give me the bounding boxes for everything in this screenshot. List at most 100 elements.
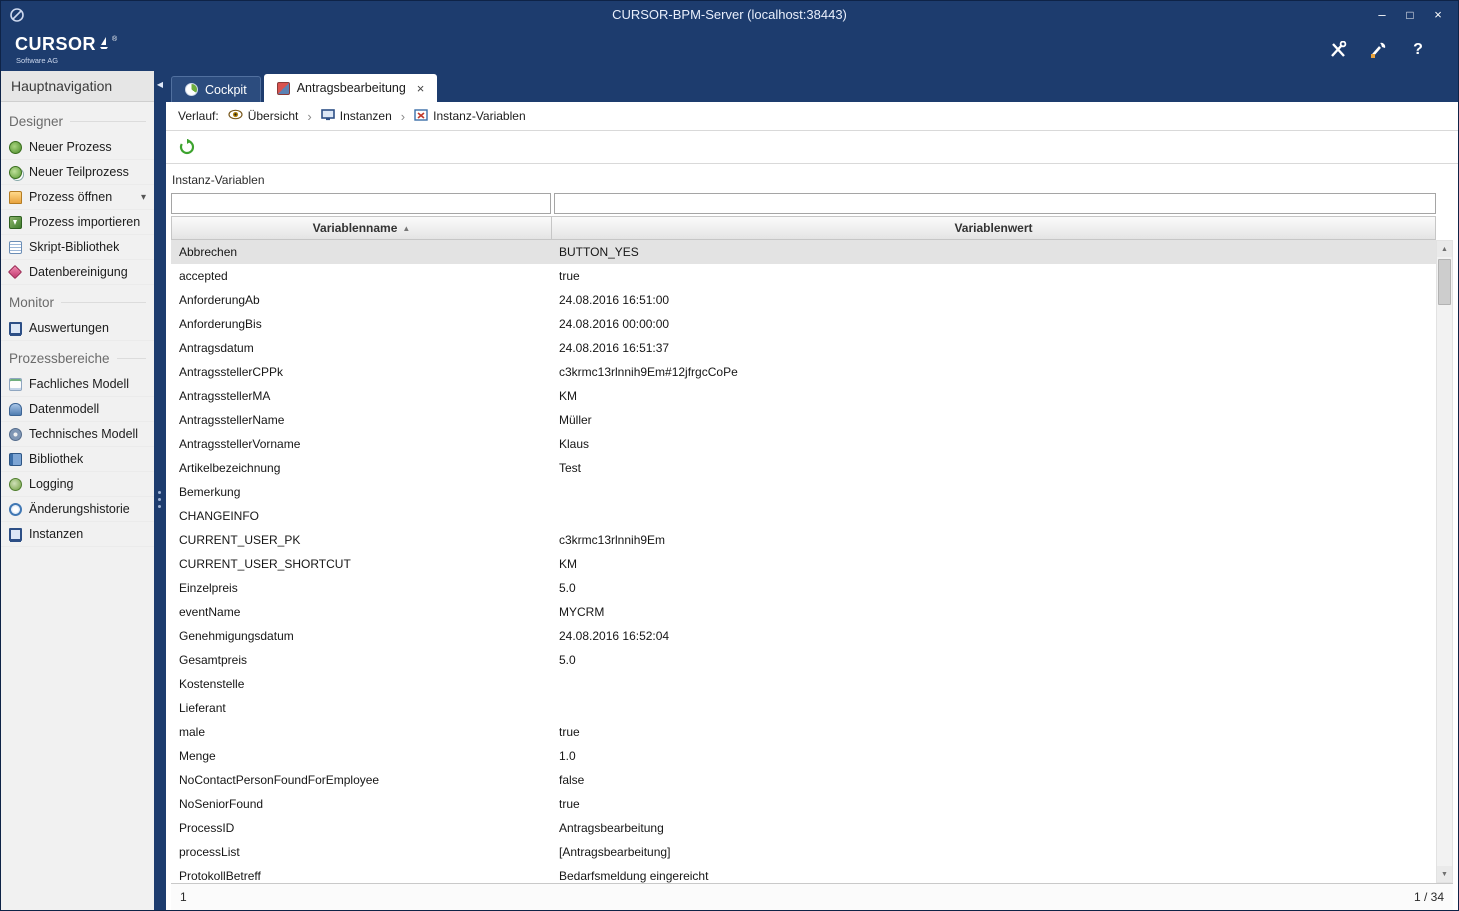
table-row[interactable]: Artikelbezeichnung Test [171, 456, 1436, 480]
logo-subtitle: Software AG [16, 56, 117, 65]
variable-name-cell: Bemerkung [171, 485, 551, 499]
cursor-logo: CURSOR ® Software AG [15, 35, 117, 65]
change-history-icon [9, 503, 22, 516]
filter-row [171, 193, 1436, 214]
table-row[interactable]: NoContactPersonFoundForEmployee false [171, 768, 1436, 792]
table-row[interactable]: AntragsstellerCPPk c3krmc13rlnnih9Em#12j… [171, 360, 1436, 384]
status-bar: 1 1 / 34 [171, 883, 1453, 910]
refresh-icon[interactable] [177, 137, 197, 157]
sidebar-item-instanzen[interactable]: Instanzen [1, 522, 154, 547]
splitter-grip-icon [158, 491, 161, 508]
filter-variablenwert-input[interactable] [554, 193, 1436, 214]
scroll-down-icon[interactable]: ▼ [1437, 866, 1452, 882]
variable-name-cell: ProtokollBetreff [171, 869, 551, 883]
minimize-button[interactable]: – [1370, 6, 1394, 24]
app-window: CURSOR-BPM-Server (localhost:38443) – □ … [0, 0, 1459, 911]
table-row[interactable]: eventName MYCRM [171, 600, 1436, 624]
content-area: Cockpit Antragsbearbeitung × Verlauf: Üb… [166, 71, 1458, 910]
tab-close-icon[interactable]: × [417, 82, 425, 95]
sidebar-item-skript-bibliothek[interactable]: Skript-Bibliothek [1, 235, 154, 260]
instances-monitor-icon [321, 109, 335, 124]
table-row[interactable]: AntragsstellerVorname Klaus [171, 432, 1436, 456]
breadcrumb-instanzen[interactable]: Instanzen [321, 109, 392, 124]
sidebar-section-designer: Designer [1, 108, 154, 135]
grid-area: Instanz-Variablen Variablenname ▲ [166, 164, 1458, 910]
vertical-scrollbar[interactable]: ▲ ▼ [1436, 240, 1453, 883]
variable-name-cell: processList [171, 845, 551, 859]
sidebar-item-datenmodell[interactable]: Datenmodell [1, 397, 154, 422]
variable-value-cell: BUTTON_YES [551, 245, 1436, 259]
table-row[interactable]: AnforderungBis 24.08.2016 00:00:00 [171, 312, 1436, 336]
table-row[interactable]: Bemerkung [171, 480, 1436, 504]
variable-name-cell: Lieferant [171, 701, 551, 715]
variable-name-cell: CURRENT_USER_PK [171, 533, 551, 547]
table-row[interactable]: Gesamtpreis 5.0 [171, 648, 1436, 672]
sidebar-item-bibliothek[interactable]: Bibliothek [1, 447, 154, 472]
sidebar-item-neuer-prozess[interactable]: Neuer Prozess [1, 135, 154, 160]
titlebar[interactable]: CURSOR-BPM-Server (localhost:38443) – □ … [1, 1, 1458, 28]
breadcrumb-uebersicht[interactable]: Übersicht [228, 109, 299, 123]
close-button[interactable]: × [1426, 6, 1450, 24]
sidebar-item-prozess-importieren[interactable]: Prozess importieren [1, 210, 154, 235]
sidebar-item-datenbereinigung[interactable]: Datenbereinigung [1, 260, 154, 285]
variable-name-cell: Menge [171, 749, 551, 763]
variable-name-cell: AntragsstellerMA [171, 389, 551, 403]
table-row[interactable]: ProtokollBetreff Bedarfsmeldung eingerei… [171, 864, 1436, 883]
table-row[interactable]: Antragsdatum 24.08.2016 16:51:37 [171, 336, 1436, 360]
table-row[interactable]: AnforderungAb 24.08.2016 16:51:00 [171, 288, 1436, 312]
collapse-sidebar-icon[interactable]: ◀ [154, 71, 166, 89]
table-row[interactable]: CHANGEINFO [171, 504, 1436, 528]
variable-name-cell: male [171, 725, 551, 739]
sidebar-splitter[interactable]: ◀ [154, 71, 166, 910]
column-header-variablenname[interactable]: Variablenname ▲ [171, 216, 551, 240]
table-row[interactable]: processList [Antragsbearbeitung] [171, 840, 1436, 864]
tools-icon[interactable] [1328, 40, 1348, 60]
window-title: CURSOR-BPM-Server (localhost:38443) [1, 7, 1458, 22]
table-row[interactable]: ProcessID Antragsbearbeitung [171, 816, 1436, 840]
variable-value-cell: 24.08.2016 16:51:00 [551, 293, 1436, 307]
sidebar-item-technisches-modell[interactable]: Technisches Modell [1, 422, 154, 447]
sidebar-item-fachliches-modell[interactable]: Fachliches Modell [1, 372, 154, 397]
help-icon[interactable]: ? [1408, 40, 1428, 60]
table-row[interactable]: Einzelpreis 5.0 [171, 576, 1436, 600]
column-header-variablenwert[interactable]: Variablenwert [551, 216, 1436, 240]
tab-cockpit[interactable]: Cockpit [171, 76, 261, 102]
table-row[interactable]: AntragsstellerMA KM [171, 384, 1436, 408]
variable-value-cell: true [551, 269, 1436, 283]
technical-model-icon [9, 428, 22, 441]
variable-value-cell: false [551, 773, 1436, 787]
breadcrumb-instanz-variablen[interactable]: Instanz-Variablen [414, 109, 526, 124]
scroll-up-icon[interactable]: ▲ [1437, 241, 1452, 257]
dropdown-arrow-icon[interactable]: ▾ [141, 192, 146, 203]
sidebar-item-aenderungshistorie[interactable]: Änderungshistorie [1, 497, 154, 522]
deploy-wrench-icon[interactable] [1368, 40, 1388, 60]
table-row[interactable]: male true [171, 720, 1436, 744]
table-row[interactable]: Abbrechen BUTTON_YES [171, 240, 1436, 264]
variable-value-cell: 24.08.2016 16:51:37 [551, 341, 1436, 355]
maximize-button[interactable]: □ [1398, 6, 1422, 24]
table-row[interactable]: Lieferant [171, 696, 1436, 720]
table-row[interactable]: NoSeniorFound true [171, 792, 1436, 816]
table-row[interactable]: Menge 1.0 [171, 744, 1436, 768]
table-row[interactable]: CURRENT_USER_SHORTCUT KM [171, 552, 1436, 576]
library-icon [9, 453, 22, 466]
sidebar-item-prozess-oeffnen[interactable]: Prozess öffnen ▾ [1, 185, 154, 210]
sidebar-item-neuer-teilprozess[interactable]: Neuer Teilprozess [1, 160, 154, 185]
table-row[interactable]: accepted true [171, 264, 1436, 288]
table-row[interactable]: AntragsstellerName Müller [171, 408, 1436, 432]
sidebar-item-auswertungen[interactable]: Auswertungen [1, 316, 154, 341]
sidebar-item-logging[interactable]: Logging [1, 472, 154, 497]
table-row[interactable]: Genehmigungsdatum 24.08.2016 16:52:04 [171, 624, 1436, 648]
variable-value-cell: true [551, 797, 1436, 811]
variable-name-cell: AnforderungBis [171, 317, 551, 331]
table-row[interactable]: CURRENT_USER_PK c3krmc13rlnnih9Em [171, 528, 1436, 552]
registered-mark: ® [112, 36, 117, 43]
table-row[interactable]: Kostenstelle [171, 672, 1436, 696]
variable-value-cell: 24.08.2016 00:00:00 [551, 317, 1436, 331]
filter-variablenname-input[interactable] [171, 193, 551, 214]
scrollbar-thumb[interactable] [1438, 259, 1451, 305]
new-process-icon [9, 141, 22, 154]
tab-antragsbearbeitung[interactable]: Antragsbearbeitung × [264, 74, 438, 102]
variable-value-cell: c3krmc13rlnnih9Em [551, 533, 1436, 547]
variable-name-cell: Genehmigungsdatum [171, 629, 551, 643]
